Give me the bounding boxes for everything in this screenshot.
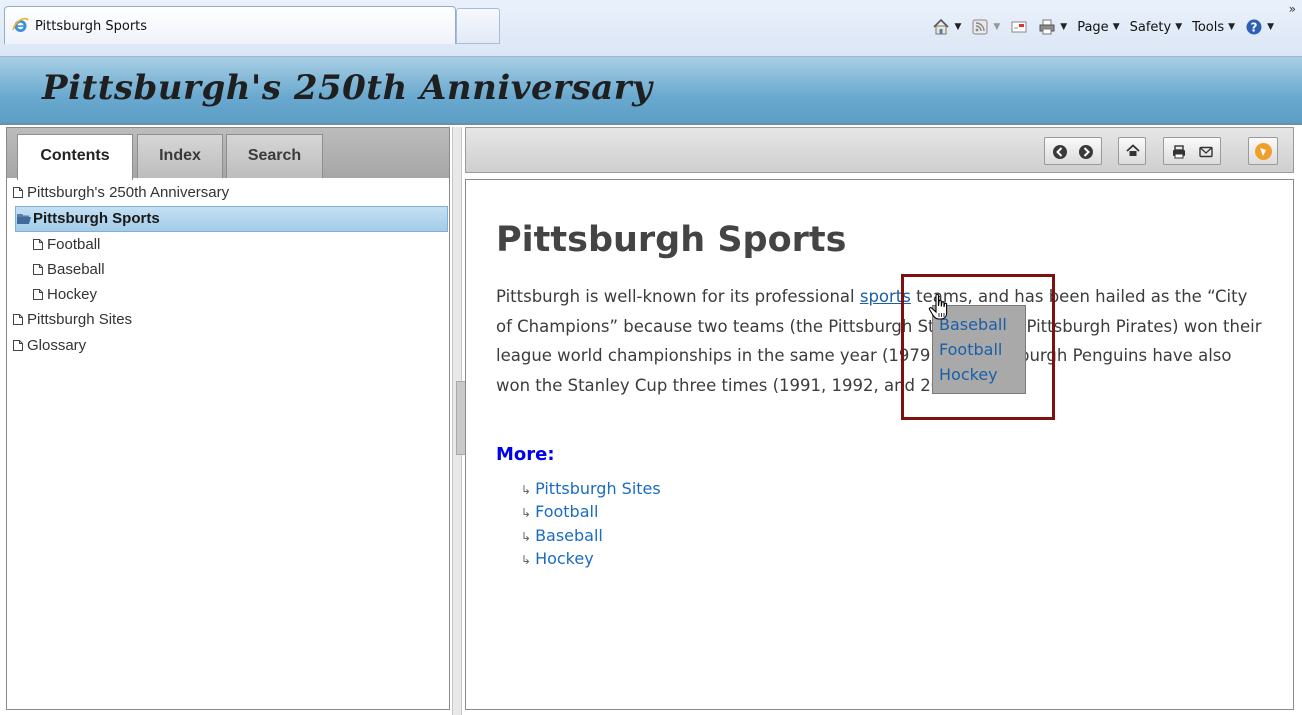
browser-tab[interactable]: Pittsburgh Sports bbox=[4, 6, 456, 44]
more-heading: More: bbox=[496, 444, 555, 465]
link-arrow-icon: ↳ bbox=[521, 529, 532, 544]
callout-highlight-box bbox=[901, 274, 1055, 420]
page-icon bbox=[13, 314, 23, 325]
print-icon[interactable] bbox=[1171, 144, 1187, 160]
link-arrow-icon: ↳ bbox=[521, 483, 532, 497]
related-link-hockey[interactable]: ↳ Hockey bbox=[521, 547, 661, 570]
tools-menu-label: Tools bbox=[1192, 19, 1225, 35]
page-icon bbox=[13, 340, 23, 351]
page-icon bbox=[33, 264, 43, 275]
toc-item-sports[interactable]: Pittsburgh Sports bbox=[15, 206, 448, 232]
site-banner: Pittsburgh's 250th Anniversary bbox=[0, 57, 1302, 125]
feedback-button[interactable] bbox=[1248, 137, 1278, 165]
print-button[interactable]: ▼ bbox=[1038, 18, 1067, 36]
new-tab-button[interactable] bbox=[456, 8, 500, 44]
hand-cursor-icon bbox=[928, 293, 948, 320]
toc-item-glossary[interactable]: Glossary bbox=[7, 333, 449, 359]
forward-arrow-icon[interactable] bbox=[1077, 143, 1095, 161]
banner-title: Pittsburgh's 250th Anniversary bbox=[42, 68, 653, 108]
related-link-baseball[interactable]: ↳ Baseball bbox=[521, 524, 661, 547]
chevron-down-icon: ▼ bbox=[1175, 22, 1183, 32]
home-topic-button[interactable] bbox=[1118, 137, 1146, 165]
related-link-sites[interactable]: ↳ Pittsburgh Sites bbox=[521, 477, 661, 500]
printer-icon bbox=[1039, 19, 1055, 35]
svg-text:?: ? bbox=[1251, 21, 1258, 35]
toc-item-label: Pittsburgh's 250th Anniversary bbox=[27, 184, 230, 201]
chevron-down-icon[interactable]: ▼ bbox=[954, 22, 961, 32]
table-of-contents: Pittsburgh's 250th Anniversary Pittsburg… bbox=[7, 180, 449, 359]
tab-title: Pittsburgh Sports bbox=[35, 19, 148, 34]
chevron-down-icon: ▼ bbox=[1267, 22, 1274, 32]
toc-item-hockey[interactable]: Hockey bbox=[7, 282, 449, 307]
email-icon[interactable] bbox=[1198, 144, 1214, 160]
tools-menu[interactable]: Tools ▼ bbox=[1192, 20, 1235, 35]
chevron-down-icon: ▼ bbox=[1228, 22, 1236, 32]
back-arrow-icon[interactable] bbox=[1051, 143, 1069, 161]
related-links-list: ↳ Pittsburgh Sites ↳ Football ↳ Baseball ↳ H… bbox=[521, 477, 661, 570]
chevron-down-icon[interactable]: ▼ bbox=[1060, 22, 1067, 32]
toc-item-label: Pittsburgh Sports bbox=[33, 210, 160, 227]
tab-contents[interactable]: Contents bbox=[17, 134, 133, 180]
toc-item-label: Football bbox=[47, 236, 101, 253]
home-button[interactable]: ▼ bbox=[932, 18, 961, 36]
toc-item-football[interactable]: Football bbox=[7, 232, 449, 257]
tab-index[interactable]: Index bbox=[137, 134, 223, 178]
home-icon bbox=[933, 18, 950, 35]
nav-tab-strip: Contents Index Search bbox=[7, 128, 449, 180]
print-email-group bbox=[1163, 137, 1221, 165]
topic-toolbar bbox=[465, 127, 1294, 173]
related-link-label: Hockey bbox=[535, 548, 594, 568]
toc-item-baseball[interactable]: Baseball bbox=[7, 257, 449, 282]
read-mail-button[interactable] bbox=[1010, 18, 1028, 36]
safety-menu[interactable]: Safety ▼ bbox=[1130, 20, 1183, 35]
related-link-label: Football bbox=[535, 502, 599, 522]
toc-item-label: Glossary bbox=[27, 337, 87, 354]
page-icon bbox=[33, 239, 43, 250]
tab-search[interactable]: Search bbox=[226, 134, 323, 178]
related-link-football[interactable]: ↳ Football bbox=[521, 500, 661, 523]
toc-item-anniversary[interactable]: Pittsburgh's 250th Anniversary bbox=[7, 180, 449, 206]
chevron-down-icon: ▼ bbox=[1112, 22, 1120, 32]
page-menu[interactable]: Page ▼ bbox=[1077, 20, 1119, 35]
browser-chrome: Pittsburgh Sports ▼ ▼ ▼ Page ▼ Safety ▼ … bbox=[0, 0, 1302, 57]
command-bar: ▼ ▼ ▼ Page ▼ Safety ▼ Tools ▼ ? ▼ bbox=[922, 14, 1292, 40]
chevron-down-icon[interactable]: ▼ bbox=[993, 22, 1000, 32]
help-icon: ? bbox=[1246, 19, 1262, 35]
mail-icon bbox=[1011, 21, 1027, 33]
home-icon bbox=[1126, 144, 1140, 156]
internet-explorer-icon bbox=[12, 17, 29, 32]
feeds-button[interactable]: ▼ bbox=[971, 18, 1000, 36]
toc-item-label: Pittsburgh Sites bbox=[27, 311, 133, 328]
link-arrow-icon: ↳ bbox=[521, 506, 532, 521]
back-forward-group bbox=[1044, 137, 1102, 165]
related-link-label: Pittsburgh Sites bbox=[535, 479, 661, 498]
safety-menu-label: Safety bbox=[1129, 19, 1172, 35]
toc-item-sites[interactable]: Pittsburgh Sites bbox=[7, 307, 449, 333]
related-link-label: Baseball bbox=[535, 525, 603, 545]
topic-paragraph: Pittsburgh is well-known for its profess… bbox=[496, 282, 1266, 400]
toc-item-label: Baseball bbox=[47, 261, 105, 278]
toc-item-label: Hockey bbox=[47, 286, 98, 303]
link-arrow-icon: ↳ bbox=[521, 552, 532, 567]
page-title: Pittsburgh Sports bbox=[496, 220, 847, 260]
navigation-pane: Contents Index Search Pittsburgh's 250th… bbox=[6, 127, 450, 710]
page-icon bbox=[13, 187, 23, 198]
rss-feed-icon bbox=[972, 19, 988, 35]
page-menu-label: Page bbox=[1077, 19, 1109, 35]
help-menu[interactable]: ? ▼ bbox=[1245, 18, 1274, 36]
open-folder-icon bbox=[17, 214, 31, 224]
page-icon bbox=[33, 289, 43, 300]
feedback-icon bbox=[1255, 143, 1272, 160]
paragraph-text-start: Pittsburgh is well-known for its profess… bbox=[496, 287, 860, 306]
topic-content: Pittsburgh Sports Pittsburgh is well-kno… bbox=[465, 179, 1294, 710]
more-commands-chevron[interactable]: » bbox=[1289, 2, 1296, 16]
